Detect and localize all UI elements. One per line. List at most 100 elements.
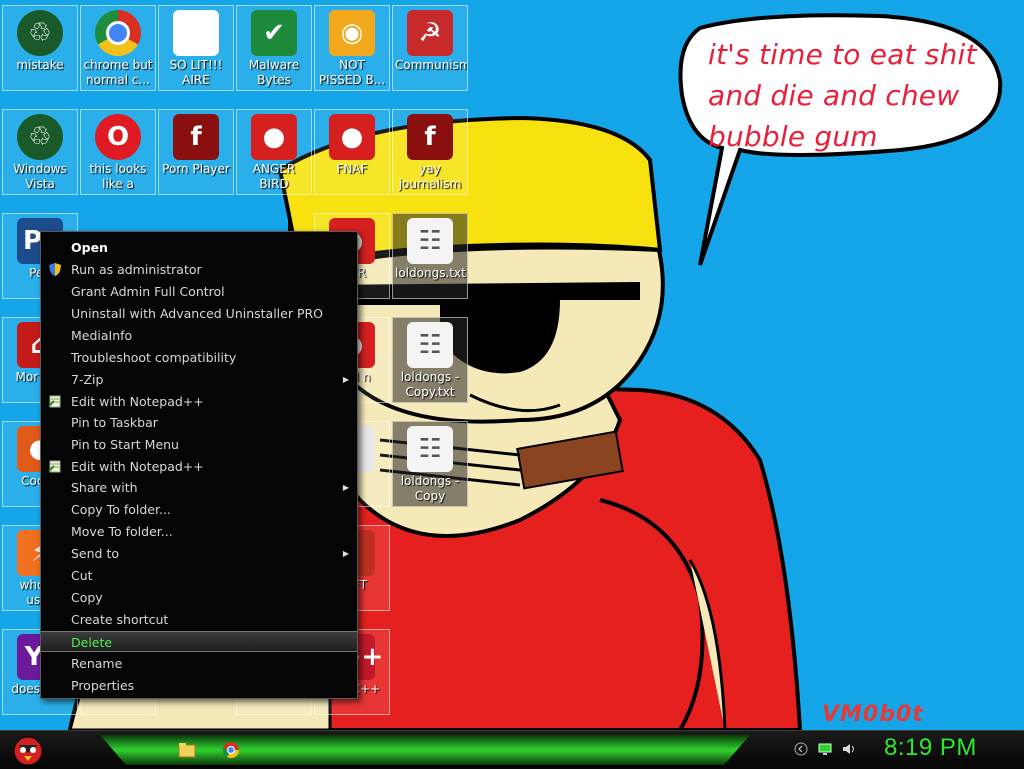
menu-item-7-zip[interactable]: 7-Zip ▶ <box>41 369 357 390</box>
submenu-arrow-icon: ▶ <box>342 483 349 492</box>
desktop-shortcut-label: FNAF <box>336 162 368 176</box>
desktop-shortcut-label: mistake <box>16 58 64 72</box>
text-file-icon: ☷ <box>407 426 453 472</box>
volume-icon[interactable] <box>842 742 856 756</box>
desktop-shortcut-label: chrome but normal c... <box>83 58 153 87</box>
menu-item-label: Troubleshoot compatibility <box>71 350 237 365</box>
desktop-shortcut[interactable]: ● ANGER BIRD <box>236 109 312 195</box>
taskbar-accent-bar <box>100 735 750 765</box>
menu-item-edit-with-notepad[interactable]: Edit with Notepad++ <box>41 391 357 412</box>
menu-item-troubleshoot-compatibility[interactable]: Troubleshoot compatibility <box>41 347 357 368</box>
taskbar-clock[interactable]: 8:19 PM <box>884 734 977 762</box>
desktop-shortcut-label: Malware Bytes <box>248 58 300 87</box>
desktop-shortcut-label: loldongs - Copy.txt <box>400 370 460 399</box>
menu-item-grant-admin-full-control[interactable]: Grant Admin Full Control <box>41 281 357 302</box>
desktop-shortcut-label: this looks like a vagi... <box>89 162 147 193</box>
menu-item-open[interactable]: Open <box>41 237 357 258</box>
flash-icon: f <box>407 114 453 160</box>
menu-item-label: Share with <box>71 480 138 495</box>
menu-item-label: Open <box>71 240 108 255</box>
menu-item-delete[interactable]: Delete <box>41 631 357 652</box>
menu-item-properties[interactable]: Properties <box>41 675 357 696</box>
menu-item-cut[interactable]: Cut <box>41 565 357 586</box>
solitaire-cards-icon: ♠ <box>173 10 219 56</box>
menu-item-label: Edit with Notepad++ <box>71 459 204 474</box>
menu-item-create-shortcut[interactable]: Create shortcut <box>41 609 357 630</box>
shield-icon: ✔ <box>251 10 297 56</box>
desktop-shortcut[interactable]: ☷ loldongs.txt <box>392 213 468 299</box>
menu-item-pin-to-start-menu[interactable]: Pin to Start Menu <box>41 434 357 455</box>
text-file-icon: ☷ <box>407 218 453 264</box>
show-hidden-icons-icon[interactable] <box>794 742 808 756</box>
desktop-shortcut-label: loldongs - Copy (2).txt <box>400 474 460 505</box>
opera-icon: O <box>95 114 141 160</box>
speech-line: it's time to eat shit <box>708 38 977 71</box>
emblem-icon: ☭ <box>407 10 453 56</box>
menu-item-mediainfo[interactable]: MediaInfo <box>41 325 357 346</box>
menu-item-label: Pin to Start Menu <box>71 437 179 452</box>
menu-item-share-with[interactable]: Share with ▶ <box>41 477 357 498</box>
desktop-shortcut[interactable]: f Porn Player <box>158 109 234 195</box>
submenu-arrow-icon: ▶ <box>342 549 349 558</box>
menu-item-label: Run as administrator <box>71 262 202 277</box>
network-icon[interactable] <box>818 742 832 756</box>
menu-item-label: Cut <box>71 568 93 583</box>
desktop-shortcut-label: SO LIT!!! AIRE <box>169 58 223 87</box>
recycle-icon: ♲ <box>17 10 63 56</box>
desktop-shortcut[interactable]: f yay journalism <box>392 109 468 195</box>
desktop-shortcut[interactable]: chrome but normal c... <box>80 5 156 91</box>
chrome-icon <box>95 10 141 56</box>
desktop-shortcut[interactable]: ☷ loldongs - Copy.txt <box>392 317 468 403</box>
speech-bubble-text: it's time to eat shit and die and chew b… <box>708 34 998 157</box>
chrome-icon[interactable] <box>222 741 240 759</box>
angry-bird-icon: ● <box>329 114 375 160</box>
desktop-shortcut[interactable]: ♲ Windows Vista <box>2 109 78 195</box>
desktop-shortcut-label: Porn Player <box>162 162 230 176</box>
menu-item-uninstall-with-advanced-uninstaller-pro[interactable]: Uninstall with Advanced Uninstaller PRO <box>41 303 357 324</box>
menu-item-label: Copy <box>71 590 103 605</box>
desktop-shortcut[interactable]: ♠ SO LIT!!! AIRE <box>158 5 234 91</box>
desktop-shortcut[interactable]: Othis looks like a vagi... <box>80 109 156 195</box>
menu-item-pin-to-taskbar[interactable]: Pin to Taskbar <box>41 412 357 433</box>
menu-item-label: Properties <box>71 678 135 693</box>
taskbar <box>0 730 1024 769</box>
desktop-shortcut-label: NOT PISSED B... <box>318 58 386 87</box>
menu-item-copy-to-folder[interactable]: Copy To folder... <box>41 499 357 520</box>
menu-item-label: Delete <box>71 635 113 650</box>
menu-item-rename[interactable]: Rename <box>41 653 357 674</box>
menu-item-label: Pin to Taskbar <box>71 415 158 430</box>
desktop-shortcut-label: yay journalism <box>398 162 462 191</box>
menu-item-send-to[interactable]: Send to ▶ <box>41 543 357 564</box>
desktop-shortcut[interactable]: ◉ NOT PISSED B... <box>314 5 390 91</box>
menu-item-label: Send to <box>71 546 120 561</box>
uac-shield-icon <box>49 263 61 276</box>
angry-bird-icon: ● <box>251 114 297 160</box>
menu-item-label: Copy To folder... <box>71 502 171 517</box>
desktop-shortcut[interactable]: ✔ Malware Bytes <box>236 5 312 91</box>
speech-line: bubble gum <box>708 120 878 153</box>
menu-item-label: 7-Zip <box>71 372 104 387</box>
recycle-icon: ♲ <box>17 114 63 160</box>
flash-icon: f <box>173 114 219 160</box>
menu-item-label: Grant Admin Full Control <box>71 284 225 299</box>
desktop-shortcut[interactable]: ☭ Communism <box>392 5 468 91</box>
menu-item-label: Create shortcut <box>71 612 169 627</box>
context-menu: Open Run as administrator Grant Admin Full… <box>40 231 358 699</box>
submenu-arrow-icon: ▶ <box>342 375 349 384</box>
menu-item-copy[interactable]: Copy <box>41 587 357 608</box>
notepadpp-icon <box>48 460 61 473</box>
desktop-shortcut-label: Windows Vista <box>13 162 67 191</box>
menu-item-label: Uninstall with Advanced Uninstaller PRO <box>71 306 324 321</box>
text-file-icon: ☷ <box>407 322 453 368</box>
desktop-shortcut[interactable]: ● FNAF <box>314 109 390 195</box>
menu-item-run-as-administrator[interactable]: Run as administrator <box>41 259 357 280</box>
start-button[interactable] <box>6 731 50 769</box>
menu-item-label: Move To folder... <box>71 524 173 539</box>
desktop-shortcut-label: loldongs.txt <box>395 266 466 280</box>
folder-icon[interactable] <box>178 741 196 759</box>
desktop-shortcut[interactable]: ☷loldongs - Copy (2).txt <box>392 421 468 507</box>
menu-item-edit-with-notepad[interactable]: Edit with Notepad++ <box>41 456 357 477</box>
desktop-shortcut-label: ANGER BIRD <box>252 162 296 191</box>
desktop-shortcut[interactable]: ♲ mistake <box>2 5 78 91</box>
menu-item-move-to-folder[interactable]: Move To folder... <box>41 521 357 542</box>
